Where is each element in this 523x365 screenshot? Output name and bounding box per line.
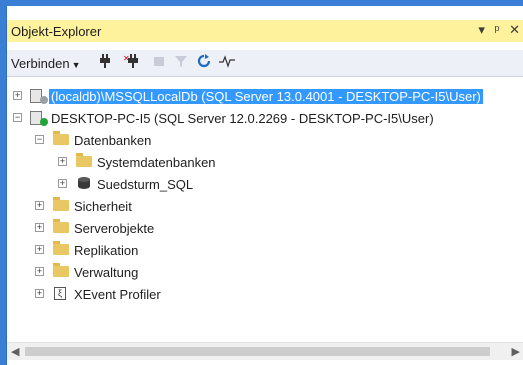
folder-icon	[76, 153, 92, 169]
tree-item-serverobjekte[interactable]: + Serverobjekte	[7, 218, 523, 240]
scrollbar-thumb[interactable]	[25, 347, 490, 356]
object-explorer-window: Objekt-Explorer ▾ ᵖ ✕ Verbinden ▼ ✕ + (l…	[6, 6, 523, 365]
toolbar: Verbinden ▼ ✕	[7, 50, 523, 77]
database-icon	[76, 177, 92, 191]
horizontal-scrollbar[interactable]: ◀ ▶	[7, 342, 523, 360]
tree-item-suedsturm[interactable]: + Suedsturm_SQL	[7, 174, 523, 196]
scroll-left-icon[interactable]: ◀	[11, 345, 19, 358]
pin-icon[interactable]: ᵖ	[495, 22, 500, 37]
expand-icon[interactable]: +	[58, 179, 67, 188]
folder-icon	[53, 131, 69, 147]
expand-icon[interactable]: +	[35, 267, 44, 276]
tree-item-label: Serverobjekte	[74, 221, 155, 236]
connect-button[interactable]: Verbinden ▼	[11, 56, 80, 71]
tree-item-verwaltung[interactable]: + Verwaltung	[7, 262, 523, 284]
collapse-icon[interactable]: −	[35, 135, 44, 144]
activity-monitor-icon[interactable]	[219, 54, 235, 71]
folder-icon	[53, 241, 69, 257]
expand-icon[interactable]: +	[35, 201, 44, 210]
tree-item-label: DESKTOP-PC-I5 (SQL Server 12.0.2269 - DE…	[51, 111, 434, 126]
dropdown-icon[interactable]: ▾	[478, 22, 485, 37]
folder-icon	[53, 197, 69, 213]
disconnect-icon[interactable]: ✕	[123, 54, 139, 71]
tree-item-replikation[interactable]: + Replikation	[7, 240, 523, 262]
tree-item-localdb[interactable]: + (localdb)\MSSQLLocalDb (SQL Server 13.…	[7, 86, 523, 108]
close-icon[interactable]: ✕	[509, 22, 520, 37]
stop-icon	[153, 54, 165, 71]
tree-item-label: Replikation	[74, 243, 139, 258]
server-icon	[30, 111, 48, 126]
panel-title: Objekt-Explorer	[11, 24, 102, 39]
expand-icon[interactable]: +	[35, 289, 44, 298]
scroll-right-icon[interactable]: ▶	[512, 345, 520, 358]
panel-controls: ▾ ᵖ ✕	[472, 22, 520, 38]
xevent-icon: ξ	[53, 287, 69, 301]
tree-item-label: Verwaltung	[74, 265, 139, 280]
tree-item-xevent-profiler[interactable]: + ξ XEvent Profiler	[7, 284, 523, 306]
collapse-icon[interactable]: −	[13, 113, 22, 122]
tree-item-systemdatenbanken[interactable]: + Systemdatenbanken	[7, 152, 523, 174]
tree-item-label: Systemdatenbanken	[97, 155, 216, 170]
folder-icon	[53, 219, 69, 235]
folder-icon	[53, 263, 69, 279]
server-icon	[30, 89, 48, 104]
connect-icon[interactable]	[99, 54, 111, 71]
tree-item-label: Sicherheit	[74, 199, 132, 214]
tree-item-label: XEvent Profiler	[74, 287, 161, 302]
tree-item-sicherheit[interactable]: + Sicherheit	[7, 196, 523, 218]
chevron-down-icon: ▼	[71, 60, 81, 70]
refresh-icon[interactable]	[197, 54, 211, 71]
tree-item-label: Suedsturm_SQL	[97, 177, 194, 192]
expand-icon[interactable]: +	[13, 91, 22, 100]
expand-icon[interactable]: +	[35, 245, 44, 254]
connect-label: Verbinden	[11, 56, 70, 71]
tree-item-desktop-server[interactable]: − DESKTOP-PC-I5 (SQL Server 12.0.2269 - …	[7, 108, 523, 130]
tree-item-datenbanken[interactable]: − Datenbanken	[7, 130, 523, 152]
panel-titlebar[interactable]: Objekt-Explorer ▾ ᵖ ✕	[7, 20, 523, 42]
tree-item-label: (localdb)\MSSQLLocalDb (SQL Server 13.0.…	[49, 89, 483, 104]
filter-icon	[175, 54, 187, 71]
expand-icon[interactable]: +	[35, 223, 44, 232]
tree-item-label: Datenbanken	[74, 133, 152, 148]
expand-icon[interactable]: +	[58, 157, 67, 166]
